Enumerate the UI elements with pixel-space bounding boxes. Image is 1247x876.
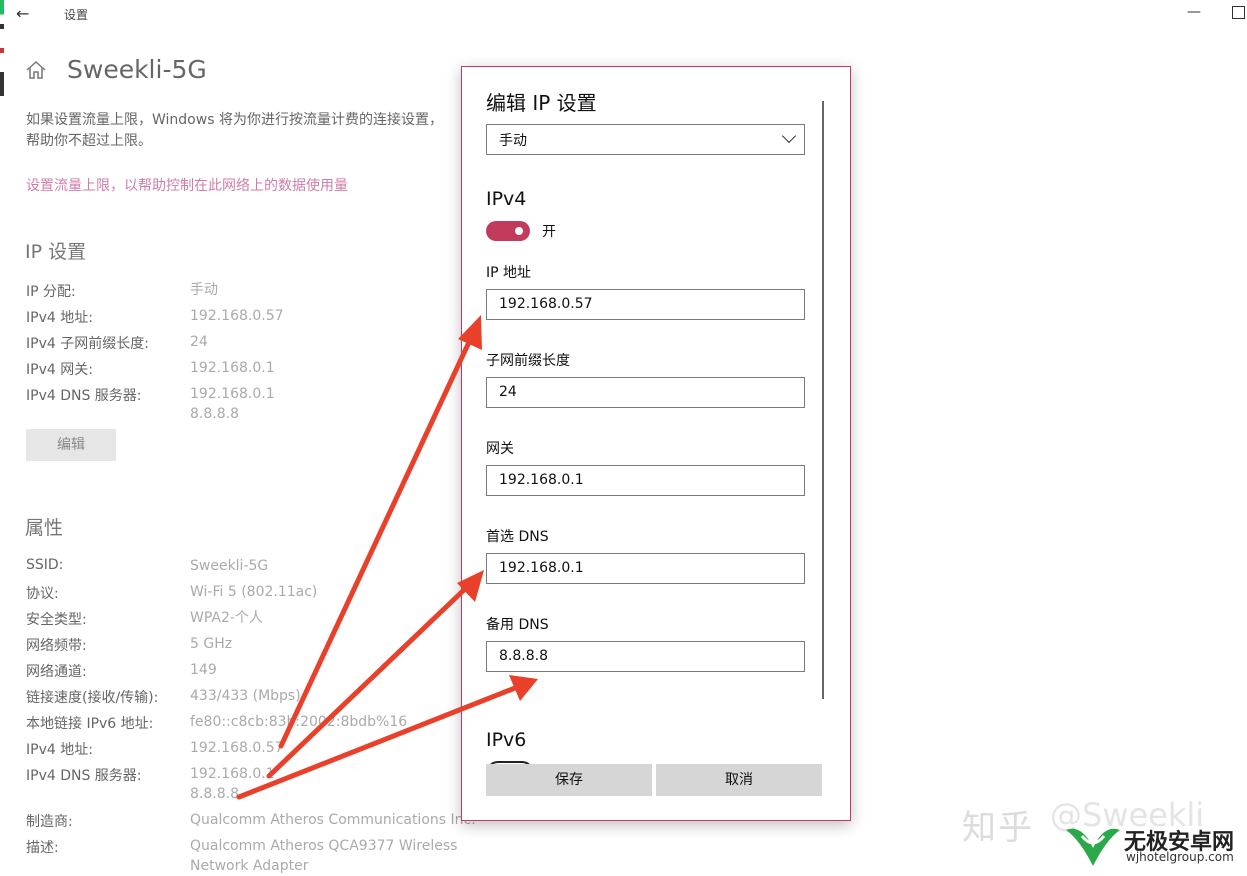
site-logo-icon [1066, 828, 1120, 866]
link-speed-label: 链接速度(接收/传输): [26, 690, 159, 706]
cancel-button[interactable]: 取消 [656, 764, 822, 796]
security-type-value: WPA2-个人 [190, 610, 263, 626]
prop-ipv4-dns-value: 192.168.0.1 [190, 766, 275, 782]
alternate-dns-input[interactable]: 8.8.8.8 [486, 641, 805, 672]
arrow-to-ip-address [278, 315, 482, 749]
left-edge-strip [0, 0, 4, 240]
preferred-dns-value: 192.168.0.1 [499, 560, 584, 576]
gateway-input[interactable]: 192.168.0.1 [486, 465, 805, 496]
description-label: 描述: [26, 840, 59, 856]
protocol-value: Wi-Fi 5 (802.11ac) [190, 584, 318, 600]
prop-ipv4-address-value: 192.168.0.57 [190, 740, 284, 756]
zhihu-watermark: 知乎 [962, 808, 1034, 848]
preferred-dns-label: 首选 DNS [486, 529, 549, 545]
band-label: 网络频带: [26, 638, 87, 654]
properties-heading: 属性 [25, 517, 64, 539]
dialog-title: 编辑 IP 设置 [486, 91, 597, 115]
gateway-label: 网关 [486, 441, 514, 457]
ip-address-input[interactable]: 192.168.0.57 [486, 289, 805, 320]
minimize-button[interactable]: — [1186, 4, 1202, 20]
back-arrow-icon[interactable]: ← [16, 4, 36, 23]
link-speed-value: 433/433 (Mbps) [190, 688, 301, 704]
metered-description-line2: 帮助你不超过上限。 [26, 133, 152, 149]
save-button[interactable]: 保存 [486, 764, 652, 796]
ipv4-gateway-label: IPv4 网关: [26, 362, 93, 378]
chevron-down-icon [781, 128, 797, 144]
ipv4-heading: IPv4 [486, 188, 527, 210]
ipv4-prefix-value: 24 [190, 334, 208, 350]
security-type-label: 安全类型: [26, 612, 87, 628]
band-value: 5 GHz [190, 636, 233, 652]
app-title: 设置 [64, 8, 89, 22]
ipv4-gateway-value: 192.168.0.1 [190, 360, 275, 376]
ip-assignment-value: 手动 [190, 282, 218, 298]
protocol-label: 协议: [26, 586, 59, 602]
ip-settings-heading: IP 设置 [25, 241, 87, 263]
ip-assignment-label: IP 分配: [26, 284, 76, 300]
ipv6-heading: IPv6 [486, 729, 527, 751]
ipv6-link-local-value: fe80::c8cb:83b:2002:8bdb%16 [190, 714, 408, 730]
ipv4-toggle-label: 开 [542, 224, 556, 240]
preferred-dns-input[interactable]: 192.168.0.1 [486, 553, 805, 584]
ssid-label: SSID: [26, 557, 64, 573]
prop-ipv4-address-label: IPv4 地址: [26, 742, 93, 758]
alternate-dns-label: 备用 DNS [486, 617, 549, 633]
prop-ipv4-dns-label: IPv4 DNS 服务器: [26, 768, 142, 784]
site-url: wjhotelgroup.com [1126, 850, 1234, 864]
home-icon[interactable] [24, 58, 48, 82]
manufacturer-label: 制造商: [26, 814, 73, 830]
ip-address-label: IP 地址 [486, 265, 532, 281]
ip-mode-dropdown[interactable]: 手动 [486, 124, 805, 155]
maximize-button[interactable] [1232, 6, 1245, 19]
ipv6-link-local-label: 本地链接 IPv6 地址: [26, 716, 154, 732]
dialog-scrollbar[interactable] [822, 101, 824, 699]
ipv4-dns-value2: 8.8.8.8 [190, 406, 239, 422]
ipv4-address-value: 192.168.0.57 [190, 308, 284, 324]
ipv4-toggle[interactable] [486, 221, 530, 241]
ipv4-prefix-label: IPv4 子网前缀长度: [26, 336, 149, 352]
description-value: Qualcomm Atheros QCA9377 Wireless [190, 838, 458, 854]
set-data-limit-link[interactable]: 设置流量上限，以帮助控制在此网络上的数据使用量 [26, 175, 348, 195]
metered-description-line1: 如果设置流量上限，Windows 将为你进行按流量计费的连接设置， [26, 112, 443, 128]
ip-mode-value: 手动 [499, 133, 527, 149]
alternate-dns-value: 8.8.8.8 [499, 648, 548, 664]
toggle-knob [515, 227, 523, 235]
channel-label: 网络通道: [26, 664, 87, 680]
edit-ip-dialog: 编辑 IP 设置 手动 IPv4 开 IP 地址 192.168.0.57 子网… [461, 66, 851, 821]
ipv4-address-label: IPv4 地址: [26, 310, 93, 326]
prop-ipv4-dns-value2: 8.8.8.8 [190, 786, 239, 802]
gateway-value: 192.168.0.1 [499, 472, 584, 488]
description-value2: Network Adapter [190, 858, 309, 874]
ipv4-dns-label: IPv4 DNS 服务器: [26, 388, 142, 404]
ip-address-value: 192.168.0.57 [499, 296, 593, 312]
subnet-prefix-value: 24 [499, 384, 517, 400]
subnet-prefix-label: 子网前缀长度 [486, 353, 570, 369]
subnet-prefix-input[interactable]: 24 [486, 377, 805, 408]
manufacturer-value: Qualcomm Atheros Communications Inc. [190, 812, 476, 828]
network-name-title: Sweekli-5G [67, 55, 207, 84]
channel-value: 149 [190, 662, 217, 678]
ipv4-dns-value: 192.168.0.1 [190, 386, 275, 402]
ssid-value: Sweekli-5G [190, 558, 269, 574]
edit-ip-button[interactable]: 编辑 [26, 429, 116, 461]
